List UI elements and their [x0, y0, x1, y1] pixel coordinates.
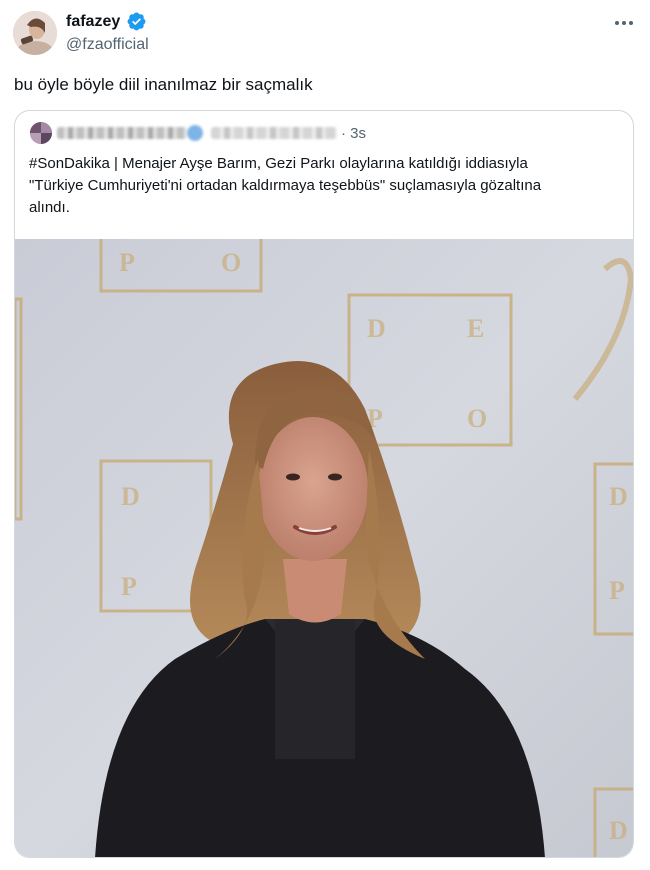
quoted-handle-obscured[interactable] — [211, 127, 337, 139]
more-options-icon[interactable] — [612, 14, 636, 32]
tweet: fafazey @fzaofficial bu öyle böyle diil … — [0, 0, 650, 870]
woman-portrait-photo: P O D E P O D P D P D — [15, 239, 633, 857]
svg-text:P: P — [121, 572, 137, 601]
author-name[interactable]: fafazey — [66, 12, 120, 32]
svg-text:O: O — [467, 404, 487, 433]
svg-text:D: D — [367, 314, 386, 343]
svg-text:P: P — [609, 576, 625, 605]
svg-text:D: D — [609, 816, 628, 845]
author-avatar[interactable] — [13, 11, 57, 55]
quoted-avatar-obscured[interactable] — [30, 122, 52, 144]
quoted-text-line: alındı. — [29, 199, 70, 216]
quoted-text: #SonDakika | Menajer Ayşe Barım, Gezi Pa… — [29, 153, 625, 219]
svg-text:P: P — [119, 248, 135, 277]
svg-text:D: D — [121, 482, 140, 511]
svg-text:O: O — [221, 248, 241, 277]
avatar-photo — [13, 11, 57, 55]
pixelated-avatar — [30, 122, 52, 144]
verified-badge-icon — [127, 12, 146, 31]
svg-text:D: D — [609, 482, 628, 511]
author-handle[interactable]: @fzaofficial — [66, 35, 149, 55]
quoted-badge-obscured — [187, 125, 203, 141]
quoted-text-line: "Türkiye Cumhuriyeti'ni ortadan kaldırma… — [29, 177, 542, 194]
quoted-time: 3s — [350, 125, 367, 142]
quoted-timestamp[interactable]: · 3s — [341, 125, 366, 143]
quoted-photo[interactable]: P O D E P O D P D P D — [15, 239, 633, 857]
quoted-tweet[interactable]: · 3s #SonDakika | Menajer Ayşe Barım, Ge… — [14, 110, 634, 858]
tweet-text: bu öyle böyle diil inanılmaz bir saçmalı… — [14, 75, 313, 94]
quoted-text-line: #SonDakika | Menajer Ayşe Barım, Gezi Pa… — [29, 155, 528, 172]
quoted-name-obscured[interactable] — [57, 127, 187, 139]
svg-text:E: E — [467, 314, 484, 343]
